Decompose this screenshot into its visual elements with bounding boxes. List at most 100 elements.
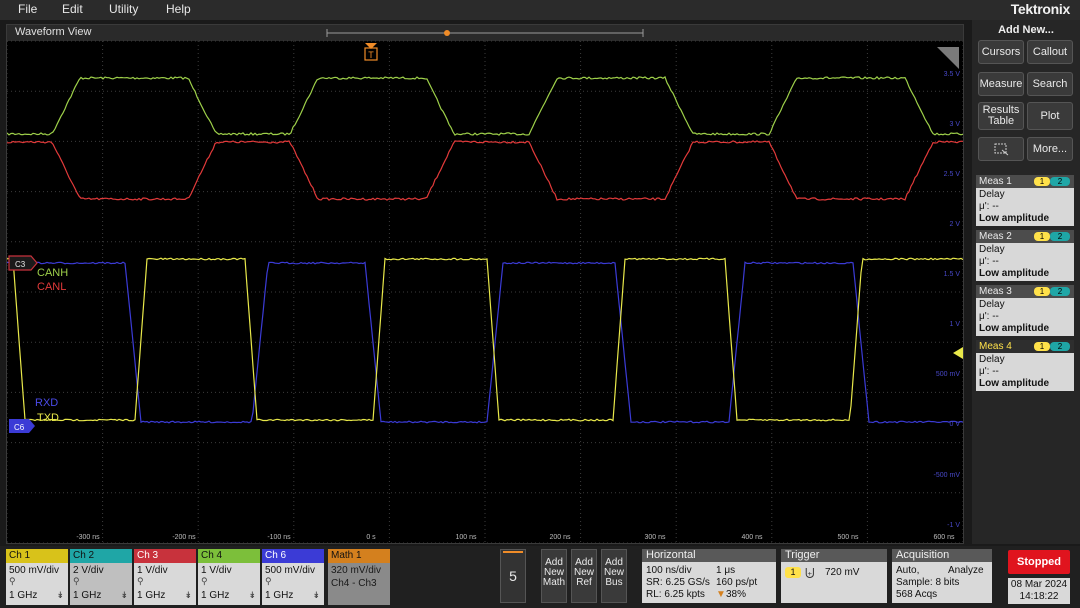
y-tick-label: 1 V [949,321,960,328]
y-tick-label: 3 V [949,121,960,128]
x-tick-label: -200 ns [172,534,196,541]
canl-label: CANL [37,281,66,293]
search-button[interactable]: Search [1027,72,1073,96]
acquisition-mode: Auto, [896,565,920,576]
add-bus-line-3: Bus [605,577,623,588]
acquisition-badge[interactable]: Acquisition Auto, Analyze Sample: 8 bits… [892,549,992,603]
menu-bar: File Edit Utility Help Tektronix [0,0,1080,20]
probe-icon: ⚲ [137,576,144,586]
rxd-label: RXD [35,397,58,409]
menu-edit[interactable]: Edit [62,2,83,16]
x-tick-label: 100 ns [455,534,477,541]
y-tick-label: 2.5 V [944,171,961,178]
cursors-button[interactable]: Cursors [978,40,1024,64]
ch2-title: Ch 2 [70,549,132,563]
ch1-badge[interactable]: Ch 1 500 mV/div ⚲ 1 GHz ↡ [6,549,68,605]
more-button[interactable]: More... [1027,137,1073,161]
trigger-position-marker[interactable]: T [364,43,378,61]
x-tick-label: 0 s [366,534,376,541]
ch6-title: Ch 6 [262,549,324,563]
run-stop-button[interactable]: Stopped [1008,550,1070,574]
add-new-bus-button[interactable]: Add New Bus [601,549,627,603]
add-new-ref-button[interactable]: Add New Ref [571,549,597,603]
menu-file[interactable]: File [18,2,37,16]
horizontal-badge[interactable]: Horizontal 100 ns/div 1 μs SR: 6.25 GS/s… [642,549,776,603]
waveform-count-button[interactable]: 5 [500,549,526,603]
ch4-bandwidth: 1 GHz [201,590,230,601]
math1-scale: 320 mV/div [331,565,382,576]
c6-channel-marker[interactable]: C6 [9,419,35,433]
waveform-count: 5 [509,568,517,584]
trigger-level-arrow[interactable] [953,347,963,359]
meas-2-type: Delay [979,244,1005,255]
trigger-position-icon: ▼ [716,589,726,600]
record-position-marker[interactable] [444,30,450,36]
horizontal-scale: 100 ns/div [646,565,692,576]
meas-3-badge[interactable]: Meas 3 1 2 Delay μ': -- Low amplitude [976,285,1074,336]
probe-icon: ⚲ [73,576,80,586]
meas-1-type: Delay [979,189,1005,200]
waveform-plot[interactable]: T -300 ns -200 ns -100 ns 0 s 100 ns 200 ns 30… [7,25,963,543]
horizontal-record-duration: 1 μs [716,565,736,576]
trigger-title: Trigger [781,549,887,562]
bandwidth-limit-icon: ↡ [312,590,320,600]
add-new-math-button[interactable]: Add New Math [541,549,567,603]
ch6-badge[interactable]: Ch 6 500 mV/div ⚲ 1 GHz ↡ [262,549,324,605]
ch4-scale: 1 V/div [201,565,232,576]
menu-utility[interactable]: Utility [109,2,138,16]
x-tick-label: 200 ns [549,534,571,541]
math1-expression: Ch4 - Ch3 [331,578,377,589]
zoom-box-button[interactable] [978,137,1024,161]
probe-icon: ⚲ [265,576,272,586]
ch1-scale: 500 mV/div [9,565,60,576]
ch4-badge[interactable]: Ch 4 1 V/div ⚲ 1 GHz ↡ [198,549,260,605]
probe-icon: ⚲ [9,576,16,586]
waveform-view[interactable]: Waveform View T -300 ns -200 ns -100 ns 0 s… [6,24,964,544]
record-view-bar[interactable] [326,29,644,37]
c6-marker-label: C6 [14,423,25,432]
meas-4-type: Delay [979,354,1005,365]
ch3-scale: 1 V/div [137,565,168,576]
right-panel: Add New... Cursors Callout Measure Searc… [972,20,1080,544]
acquisition-analyze: Analyze [948,565,984,576]
x-tick-label: 300 ns [644,534,666,541]
meas-3-source-1: 1 [1034,287,1050,296]
measure-button[interactable]: Measure [978,72,1024,96]
meas-1-status: Low amplitude [979,213,1049,224]
x-tick-label: -300 ns [76,534,100,541]
trigger-badge[interactable]: Trigger 1 ⨄ 720 mV [781,549,887,603]
x-axis-ticks: -300 ns -200 ns -100 ns 0 s 100 ns 200 ns 300 … [76,534,955,541]
edge-trigger-icon: ⨄ [805,566,815,580]
ch2-bandwidth: 1 GHz [73,590,102,601]
bandwidth-limit-icon: ↡ [120,590,128,600]
time: 14:18:22 [1019,591,1059,602]
meas-1-source-1: 1 [1034,177,1050,186]
zoom-corner-handle[interactable] [937,47,959,69]
ch1-bandwidth: 1 GHz [9,590,38,601]
meas-1-badge[interactable]: Meas 1 1 2 Delay μ': -- Low amplitude [976,175,1074,226]
c3-channel-marker[interactable]: C3 [8,255,38,271]
meas-4-badge[interactable]: Meas 4 1 2 Delay μ': -- Low amplitude [976,340,1074,391]
acquisition-title: Acquisition [892,549,992,562]
results-table-button[interactable]: Results Table [978,102,1024,130]
add-new-title: Add New... [998,24,1054,36]
y-tick-label: 1.5 V [944,271,961,278]
meas-2-badge[interactable]: Meas 2 1 2 Delay μ': -- Low amplitude [976,230,1074,281]
ch2-badge[interactable]: Ch 2 2 V/div ⚲ 1 GHz ↡ [70,549,132,605]
meas-3-value: μ': -- [979,311,999,322]
meas-3-status: Low amplitude [979,323,1049,334]
results-table-label-2: Table [987,115,1015,127]
time-per-point: 160 ps/pt [716,577,758,588]
txd-trace [7,257,963,422]
canh-label: CANH [37,267,68,279]
ch3-badge[interactable]: Ch 3 1 V/div ⚲ 1 GHz ↡ [134,549,196,605]
ch3-title: Ch 3 [134,549,196,563]
callout-button[interactable]: Callout [1027,40,1073,64]
menu-help[interactable]: Help [166,2,191,16]
trigger-position-percent: 38% [726,589,747,600]
date-time: 08 Mar 2024 14:18:22 [1008,578,1070,604]
meas-4-value: μ': -- [979,366,999,377]
math1-badge[interactable]: Math 1 320 mV/div Ch4 - Ch3 [328,549,390,605]
plot-button[interactable]: Plot [1027,102,1073,130]
sample-rate: SR: 6.25 GS/s [646,577,710,588]
